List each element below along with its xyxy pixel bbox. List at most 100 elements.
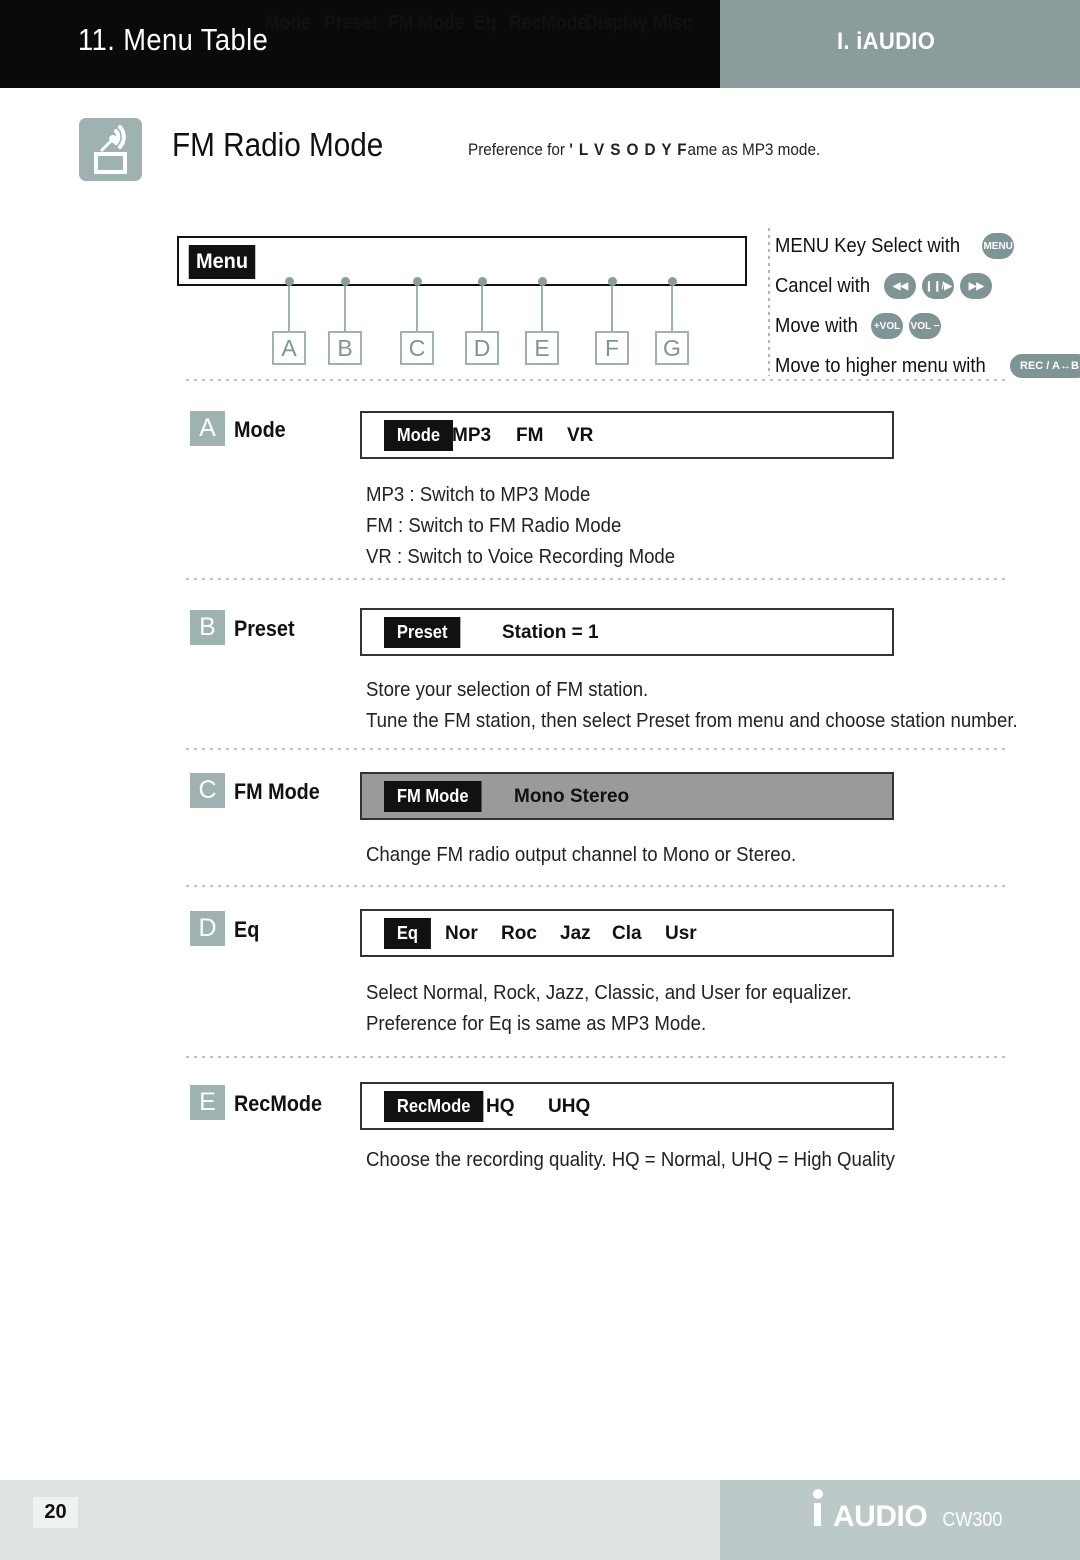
fm-radio-icon bbox=[79, 118, 142, 181]
lcd-option-uhq[interactable]: UHQ bbox=[548, 1096, 590, 1118]
lcd-option-fm[interactable]: FM bbox=[516, 425, 543, 447]
lcd-option-usr[interactable]: Usr bbox=[665, 923, 697, 945]
keycap-vol-icon[interactable]: +VOL bbox=[871, 313, 904, 339]
entry-badge-e: E bbox=[190, 1085, 225, 1120]
logo-audio-text: AUDIO bbox=[833, 1500, 928, 1533]
legend-row-2: Cancel with ◀◀ ❙❙/▶ ▶▶ bbox=[775, 266, 1075, 306]
legend-text-2: Cancel with bbox=[775, 274, 871, 297]
entry-separator-e bbox=[186, 1056, 1008, 1058]
menu-letter-box-f: F bbox=[595, 331, 629, 365]
keycap--icon[interactable]: ◀◀ bbox=[884, 273, 917, 299]
menu-item-misc[interactable]: Misc bbox=[653, 12, 692, 35]
section-note-garbled: ' L V S O D Y F bbox=[569, 140, 688, 159]
lcd-option-jaz[interactable]: Jaz bbox=[560, 923, 591, 945]
section-title: FM Radio Mode bbox=[172, 126, 384, 163]
chapter-label: I. iAUDIO bbox=[837, 28, 936, 55]
entry-label-preset: Preset bbox=[234, 616, 295, 641]
lcd-tag-preset: Preset bbox=[384, 617, 461, 648]
menu-leader-a bbox=[288, 286, 290, 331]
keycap--icon[interactable]: ❙❙/▶ bbox=[922, 273, 955, 299]
entry-label-fm-mode: FM Mode bbox=[234, 779, 320, 804]
menu-letter-box-d: D bbox=[465, 331, 499, 365]
entry-description-d-1: Select Normal, Rock, Jazz, Classic, and … bbox=[366, 982, 852, 1004]
menu-item-preset[interactable]: Preset bbox=[324, 12, 378, 35]
entry-description-a-1: MP3 : Switch to MP3 Mode bbox=[366, 484, 591, 506]
lcd-option-roc[interactable]: Roc bbox=[501, 923, 537, 945]
entry-description-d-2: Preference for Eq is same as MP3 Mode. bbox=[366, 1013, 707, 1035]
menu-dot-b bbox=[341, 277, 350, 286]
page-title: 11. Menu Table bbox=[78, 22, 269, 57]
entry-separator-a bbox=[186, 379, 1008, 381]
menu-dot-f bbox=[608, 277, 617, 286]
lcd-tag-fm-mode: FM Mode bbox=[384, 781, 482, 812]
menu-item-fm-mode[interactable]: FM Mode bbox=[388, 12, 464, 35]
keycap--icon[interactable]: ▶▶ bbox=[960, 273, 993, 299]
menu-item-eq[interactable]: Eq bbox=[474, 12, 496, 35]
lcd-option-vr[interactable]: VR bbox=[567, 425, 593, 447]
lcd-option-stereo[interactable]: Stereo bbox=[570, 786, 629, 808]
entry-label-mode: Mode bbox=[234, 417, 286, 442]
lcd-option-nor[interactable]: Nor bbox=[445, 923, 478, 945]
legend-divider bbox=[768, 228, 770, 376]
menu-leader-g bbox=[671, 286, 673, 331]
entry-separator-d bbox=[186, 885, 1008, 887]
menu-dot-c bbox=[413, 277, 422, 286]
lcd-option-hq[interactable]: HQ bbox=[486, 1096, 515, 1118]
menu-leader-d bbox=[481, 286, 483, 331]
menu-item-recmode[interactable]: RecMode bbox=[509, 12, 587, 35]
lcd-option-mono[interactable]: Mono bbox=[514, 786, 565, 808]
legend-row-3: Move with +VOL VOL − bbox=[775, 306, 1075, 346]
menu-dot-e bbox=[538, 277, 547, 286]
entry-badge-a: A bbox=[190, 411, 225, 446]
entry-description-a-3: VR : Switch to Voice Recording Mode bbox=[366, 546, 676, 568]
lcd-tag-eq: Eq bbox=[384, 918, 431, 949]
legend-text-3: Move with bbox=[775, 314, 858, 337]
key-legend: MENU Key Select with MENU Cancel with ◀◀ ❙❙/… bbox=[775, 226, 1080, 386]
section-note: Preference for ' L V S O D Y Fame as MP3… bbox=[468, 140, 820, 160]
entry-label-recmode: RecMode bbox=[234, 1091, 323, 1116]
keycap-rec-a-b-icon[interactable]: REC / A↔B bbox=[1010, 354, 1080, 378]
lcd-tag-mode: Mode bbox=[384, 420, 453, 451]
menu-dot-d bbox=[478, 277, 487, 286]
entry-separator-c bbox=[186, 748, 1008, 750]
lcd-option-mp3[interactable]: MP3 bbox=[452, 425, 491, 447]
entry-badge-d: D bbox=[190, 911, 225, 946]
menu-leader-f bbox=[611, 286, 613, 331]
entry-description-b-2: Tune the FM station, then select Preset … bbox=[366, 710, 1018, 732]
lcd-option-cla[interactable]: Cla bbox=[612, 923, 642, 945]
footer-left-band bbox=[0, 1480, 720, 1560]
iaudio-logo: AUDIO CW300 bbox=[812, 1489, 1006, 1534]
entry-description-e-1: Choose the recording quality. HQ = Norma… bbox=[366, 1149, 895, 1171]
legend-text-4: Move to higher menu with bbox=[775, 354, 986, 377]
menu-letter-box-b: B bbox=[328, 331, 362, 365]
menu-item-mode[interactable]: Mode bbox=[265, 12, 311, 35]
legend-row-1: MENU Key Select with MENU bbox=[775, 226, 1075, 266]
menu-letter-box-c: C bbox=[400, 331, 434, 365]
menu-leader-e bbox=[541, 286, 543, 331]
menu-letter-box-a: A bbox=[272, 331, 306, 365]
entry-separator-b bbox=[186, 578, 1008, 580]
lcd-preview-a: Mode MP3 FM VR bbox=[360, 411, 894, 459]
lcd-preview-b: Preset Station = 1 bbox=[360, 608, 894, 656]
entry-badge-b: B bbox=[190, 610, 225, 645]
menu-bar-badge: Menu bbox=[188, 245, 256, 279]
legend-text-1: MENU Key Select with bbox=[775, 234, 961, 257]
lcd-preview-d: Eq Nor Roc Jaz Cla Usr bbox=[360, 909, 894, 957]
section-note-prefix: Preference for bbox=[468, 140, 565, 159]
logo-model-text: CW300 bbox=[942, 1509, 1003, 1531]
lcd-option-station-1[interactable]: Station = 1 bbox=[502, 622, 599, 644]
lcd-preview-e: RecMode HQ UHQ bbox=[360, 1082, 894, 1130]
menu-leader-c bbox=[416, 286, 418, 331]
menu-item-display[interactable]: Display bbox=[585, 12, 648, 35]
section-note-suffix: ame as MP3 mode. bbox=[687, 140, 821, 159]
keycap-vol-icon[interactable]: VOL − bbox=[909, 313, 942, 339]
entry-description-c-1: Change FM radio output channel to Mono o… bbox=[366, 844, 797, 866]
entry-description-b-1: Store your selection of FM station. bbox=[366, 679, 649, 701]
lcd-tag-recmode: RecMode bbox=[384, 1091, 484, 1122]
menu-letter-box-e: E bbox=[525, 331, 559, 365]
menu-dot-g bbox=[668, 277, 677, 286]
entry-badge-c: C bbox=[190, 773, 225, 808]
page-number: 20 bbox=[33, 1497, 78, 1528]
keycap-menu-icon[interactable]: MENU bbox=[982, 233, 1015, 259]
menu-letter-box-g: G bbox=[655, 331, 689, 365]
